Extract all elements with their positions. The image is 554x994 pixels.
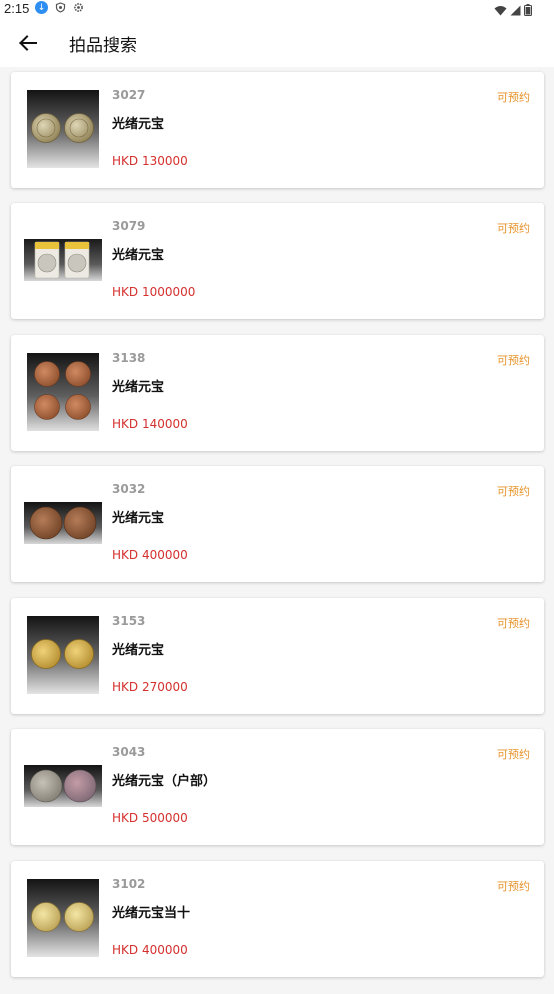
lot-card[interactable]: 3138 光绪元宝 HKD 140000 可预约: [11, 335, 544, 451]
lot-number: 3153: [112, 614, 146, 628]
lot-price: HKD 400000: [112, 943, 188, 957]
lot-number: 3138: [112, 351, 146, 365]
app-bar: 拍品搜索: [0, 17, 554, 67]
lot-title: 光绪元宝当十: [112, 906, 191, 921]
lot-status-badge: 可预约: [497, 617, 530, 630]
back-button[interactable]: [12, 27, 44, 59]
lot-card[interactable]: 3027 光绪元宝 HKD 130000 可预约: [11, 72, 544, 188]
page-title: 拍品搜索: [69, 36, 137, 56]
gear-icon: [72, 2, 84, 14]
lot-title: 光绪元宝: [112, 643, 165, 658]
lot-status-badge: 可预约: [497, 354, 530, 367]
lot-card[interactable]: 3102 光绪元宝当十 HKD 400000 可预约: [11, 861, 544, 977]
notification-icons: ↓: [35, 1, 84, 14]
shield-icon: [54, 2, 66, 14]
lot-thumbnail: [24, 743, 102, 829]
download-icon: ↓: [35, 1, 48, 14]
lot-status-badge: 可预约: [497, 91, 530, 104]
lot-card[interactable]: 3032 光绪元宝 HKD 400000 可预约: [11, 466, 544, 582]
lot-price: HKD 130000: [112, 154, 188, 168]
lot-status-badge: 可预约: [497, 485, 530, 498]
lot-number: 3043: [112, 745, 146, 759]
lot-title: 光绪元宝: [112, 380, 165, 395]
lot-thumbnail: [24, 217, 102, 303]
status-time: 2:15: [4, 1, 30, 16]
status-bar: 2:15 ↓: [0, 0, 554, 17]
lot-number: 3027: [112, 88, 146, 102]
lot-title: 光绪元宝（户部）: [112, 774, 217, 789]
lot-title: 光绪元宝: [112, 511, 165, 526]
lot-card[interactable]: 3079 光绪元宝 HKD 1000000 可预约: [11, 203, 544, 319]
lot-number: 3032: [112, 482, 146, 496]
lot-thumbnail: [25, 612, 101, 698]
lot-thumbnail: [25, 86, 101, 172]
lot-price: HKD 1000000: [112, 285, 196, 299]
lot-card[interactable]: 3043 光绪元宝（户部） HKD 500000 可预约: [11, 729, 544, 845]
lot-status-badge: 可预约: [497, 222, 530, 235]
arrow-left-icon: [19, 35, 37, 51]
lot-price: HKD 140000: [112, 417, 188, 431]
lot-status-badge: 可预约: [497, 748, 530, 761]
lot-card[interactable]: 3153 光绪元宝 HKD 270000 可预约: [11, 598, 544, 714]
lot-thumbnail: [25, 875, 101, 961]
lot-price: HKD 270000: [112, 680, 188, 694]
lot-status-badge: 可预约: [497, 880, 530, 893]
lot-price: HKD 400000: [112, 548, 188, 562]
lot-title: 光绪元宝: [112, 248, 165, 263]
lot-thumbnail: [24, 480, 102, 566]
lot-number: 3102: [112, 877, 146, 891]
lot-number: 3079: [112, 219, 146, 233]
lot-thumbnail: [25, 349, 101, 435]
lot-title: 光绪元宝: [112, 117, 165, 132]
lot-price: HKD 500000: [112, 811, 188, 825]
